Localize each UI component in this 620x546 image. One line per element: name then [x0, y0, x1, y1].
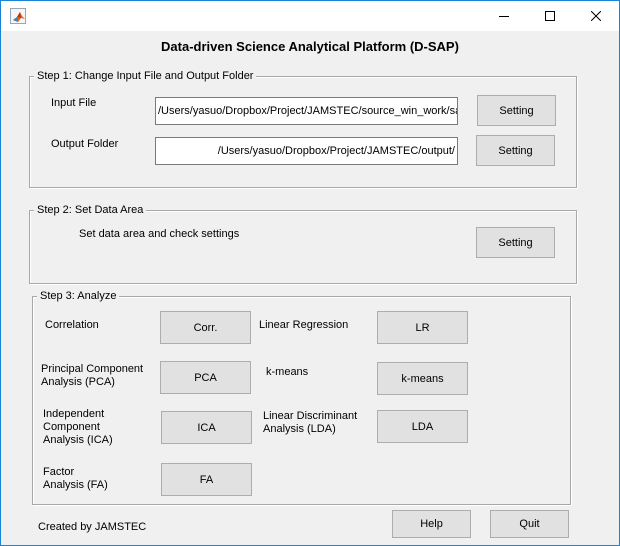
pca-button[interactable]: PCA	[160, 361, 251, 394]
step2-title: Step 2: Set Data Area	[34, 203, 147, 217]
quit-button[interactable]: Quit	[490, 510, 569, 538]
ica-label-line2: Component	[43, 421, 100, 433]
lr-button[interactable]: LR	[377, 311, 468, 344]
close-button[interactable]	[573, 1, 619, 31]
minimize-icon	[499, 16, 509, 17]
lda-button[interactable]: LDA	[377, 410, 468, 443]
close-icon	[591, 11, 601, 21]
corr-button[interactable]: Corr.	[160, 311, 251, 344]
minimize-button[interactable]	[481, 1, 527, 31]
matlab-logo-icon	[10, 8, 26, 24]
linear-regression-label: Linear Regression	[259, 319, 349, 331]
pca-label-line1: Principal Component	[41, 363, 144, 375]
page-title: Data-driven Science Analytical Platform …	[161, 39, 459, 54]
fa-button[interactable]: FA	[161, 463, 252, 496]
app-window: Data-driven Science Analytical Platform …	[0, 0, 620, 546]
maximize-button[interactable]	[527, 1, 573, 31]
input-setting-button[interactable]: Setting	[477, 95, 556, 126]
ica-label-line3: Analysis (ICA)	[43, 434, 113, 446]
lda-label-line2: Analysis (LDA)	[263, 423, 336, 435]
input-file-label: Input File	[51, 97, 97, 109]
pca-label-line2: Analysis (PCA)	[41, 376, 115, 388]
ica-button[interactable]: ICA	[161, 411, 252, 444]
step2-description: Set data area and check settings	[79, 228, 240, 240]
step3-title: Step 3: Analyze	[37, 289, 120, 303]
fa-label-line2: Analysis (FA)	[43, 479, 108, 491]
ica-label-line1: Independent	[43, 408, 105, 420]
lda-label-line1: Linear Discriminant	[263, 410, 358, 422]
kmeans-button[interactable]: k-means	[377, 362, 468, 395]
help-button[interactable]: Help	[392, 510, 471, 538]
input-file-field[interactable]: /Users/yasuo/Dropbox/Project/JAMSTEC/sou…	[155, 97, 458, 125]
client-area: Data-driven Science Analytical Platform …	[1, 31, 619, 545]
step1-title: Step 1: Change Input File and Output Fol…	[34, 69, 257, 83]
output-setting-button[interactable]: Setting	[476, 135, 555, 166]
data-area-setting-button[interactable]: Setting	[476, 227, 555, 258]
output-folder-field[interactable]: /Users/yasuo/Dropbox/Project/JAMSTEC/out…	[155, 137, 458, 165]
title-bar[interactable]	[1, 1, 619, 31]
kmeans-label: k-means	[266, 366, 309, 378]
created-by-label: Created by JAMSTEC	[38, 521, 147, 533]
step1-panel: Step 1: Change Input File and Output Fol…	[29, 69, 577, 188]
fa-label-line1: Factor	[43, 466, 75, 478]
correlation-label: Correlation	[45, 319, 99, 331]
maximize-icon	[545, 11, 555, 21]
output-folder-label: Output Folder	[51, 138, 119, 150]
